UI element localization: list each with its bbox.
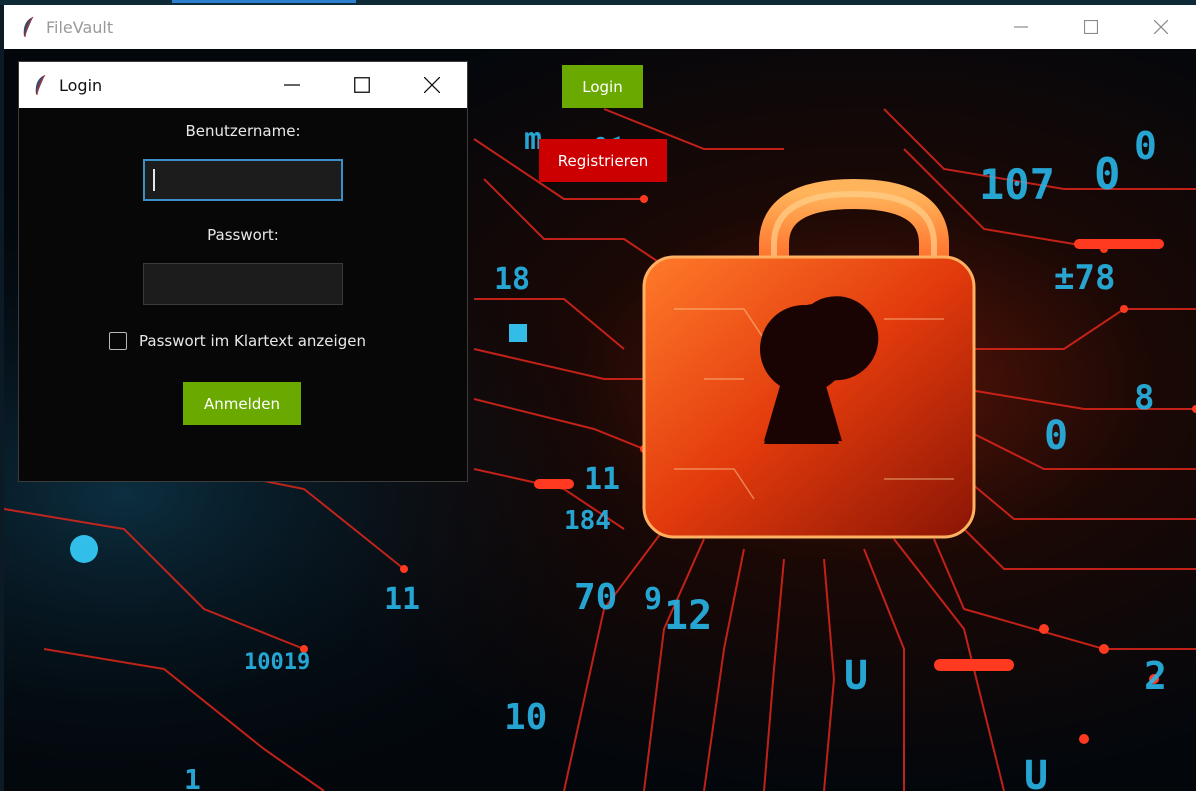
svg-text:12: 12	[664, 593, 712, 639]
close-icon	[1154, 20, 1168, 34]
taskbar-accent	[172, 0, 356, 3]
dialog-title: Login	[59, 75, 103, 95]
svg-text:1: 1	[184, 763, 201, 791]
feather-icon	[33, 74, 49, 96]
close-button[interactable]	[1126, 5, 1196, 49]
password-field[interactable]	[143, 263, 343, 305]
svg-text:U: U	[1024, 753, 1048, 791]
maximize-icon	[354, 77, 370, 93]
feather-icon	[20, 16, 36, 38]
svg-text:107: 107	[979, 160, 1055, 209]
minimize-icon	[284, 84, 300, 86]
maximize-icon	[1084, 20, 1098, 34]
text-caret	[153, 169, 155, 191]
dialog-maximize-button[interactable]	[327, 62, 397, 108]
dialog-minimize-button[interactable]	[257, 62, 327, 108]
register-button[interactable]: Registrieren	[539, 139, 667, 182]
main-titlebar: FileVault	[4, 5, 1196, 49]
svg-text:0: 0	[1094, 149, 1121, 200]
svg-text:10: 10	[504, 697, 547, 738]
submit-button[interactable]: Anmelden	[183, 382, 301, 425]
svg-text:70: 70	[574, 577, 617, 618]
svg-text:8: 8	[1134, 378, 1154, 418]
svg-text:±78: ±78	[1054, 258, 1115, 298]
svg-text:U: U	[844, 653, 868, 699]
svg-text:184: 184	[564, 506, 611, 536]
show-password-checkbox[interactable]	[109, 332, 127, 350]
login-dialog: Login Benutzername: Passwort: Passwort i…	[18, 61, 468, 482]
svg-text:0: 0	[1134, 124, 1157, 168]
minimize-button[interactable]	[986, 5, 1056, 49]
svg-text:2: 2	[1144, 654, 1167, 698]
username-label: Benutzername:	[185, 122, 301, 140]
svg-text:18: 18	[494, 262, 530, 297]
password-label: Passwort:	[207, 226, 279, 244]
svg-text:11: 11	[584, 462, 620, 497]
show-password-toggle[interactable]: Passwort im Klartext anzeigen	[109, 330, 366, 352]
svg-text:0: 0	[1044, 413, 1068, 459]
svg-text:10019: 10019	[244, 650, 310, 675]
dialog-close-button[interactable]	[397, 62, 467, 108]
show-password-label: Passwort im Klartext anzeigen	[139, 332, 366, 350]
minimize-icon	[1014, 26, 1028, 28]
svg-text:9: 9	[644, 582, 662, 617]
login-button[interactable]: Login	[562, 65, 643, 108]
username-field[interactable]	[143, 159, 343, 201]
svg-text:11: 11	[384, 582, 420, 617]
window-title: FileVault	[46, 17, 114, 37]
maximize-button[interactable]	[1056, 5, 1126, 49]
dialog-titlebar: Login	[19, 62, 467, 108]
close-icon	[424, 77, 440, 93]
